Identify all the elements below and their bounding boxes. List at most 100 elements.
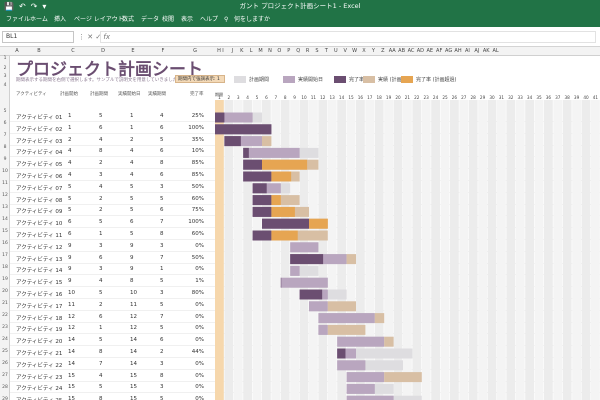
period-column	[468, 100, 478, 400]
period-number-label: 26	[452, 95, 458, 100]
pct-complete-bar	[252, 183, 267, 194]
pct-over-bar	[309, 218, 328, 229]
period-number-label: 19	[386, 95, 392, 100]
actual-bar	[290, 265, 300, 276]
period-number-label: 4	[246, 95, 249, 100]
period-number-label: 31	[499, 95, 505, 100]
pct-complete-bar	[299, 289, 323, 300]
period-number-label: 13	[330, 95, 336, 100]
pct-complete-bar	[262, 218, 309, 229]
pct-complete-bar	[215, 112, 225, 123]
period-column	[450, 100, 459, 400]
period-number-label: 10	[301, 95, 307, 100]
period-number-label: 28	[471, 95, 477, 100]
actual-bar	[337, 360, 366, 371]
period-column	[591, 100, 600, 400]
period-column	[318, 100, 328, 400]
period-number-label: 40	[583, 95, 589, 100]
period-column	[327, 100, 337, 400]
actual-bar	[346, 395, 394, 400]
actual-bar	[290, 242, 319, 253]
period-number-label: 3	[237, 95, 240, 100]
pct-complete-bar	[252, 230, 272, 241]
period-number-label: 1	[218, 95, 221, 100]
period-column	[421, 100, 431, 400]
period-number-label: 21	[405, 95, 411, 100]
period-number-label: 27	[461, 95, 467, 100]
period-number-label: 8	[284, 95, 287, 100]
pct-complete-bar	[337, 348, 346, 359]
actual-bar	[318, 324, 328, 335]
highlighted-period-column	[215, 100, 224, 400]
pct-over-bar	[262, 159, 308, 170]
period-number-label: 39	[574, 95, 580, 100]
period-column	[562, 100, 572, 400]
pct-complete-bar	[290, 254, 324, 265]
period-column	[412, 100, 422, 400]
gantt-chart: 1 2 3 4 5 6 7 8 9 10 11 12 13 14 15 16 17 18 19 20 21 22 23 24 2…	[215, 95, 600, 400]
actual-bar	[309, 301, 328, 312]
period-number-label: 17	[367, 95, 373, 100]
actual-bar	[346, 383, 375, 394]
actual-over-bar	[346, 254, 356, 265]
period-number-label: 6	[265, 95, 268, 100]
period-number-label: 2	[227, 95, 230, 100]
pct-complete-bar	[243, 171, 272, 182]
period-number-label: 24	[433, 95, 439, 100]
pct-complete-bar	[224, 136, 241, 147]
actual-bar	[337, 336, 385, 347]
period-number-label: 14	[339, 95, 345, 100]
period-column	[459, 100, 469, 400]
period-number-label: 16	[358, 95, 364, 100]
period-number-label: 18	[377, 95, 383, 100]
period-number-label: 29	[480, 95, 486, 100]
period-number-label: 15	[348, 95, 354, 100]
pct-complete-bar	[243, 159, 262, 170]
period-number-label: 36	[546, 95, 552, 100]
period-number-label: 38	[565, 95, 571, 100]
period-number-label: 5	[256, 95, 259, 100]
period-number-label: 35	[536, 95, 542, 100]
period-column	[280, 100, 290, 400]
period-number-label: 34	[527, 95, 533, 100]
period-column	[553, 100, 563, 400]
actual-bar	[346, 372, 385, 383]
pct-complete-bar	[243, 147, 249, 158]
actual-bar	[243, 147, 300, 158]
period-number-label: 22	[414, 95, 420, 100]
pct-complete-bar	[252, 195, 272, 206]
actual-over-bar	[384, 336, 394, 347]
period-column	[506, 100, 516, 400]
period-column	[544, 100, 553, 400]
period-column	[271, 100, 281, 400]
period-column	[572, 100, 581, 400]
period-column	[440, 100, 450, 400]
period-number-label: 20	[395, 95, 401, 100]
period-column	[431, 100, 440, 400]
pct-complete-bar	[215, 124, 272, 135]
excel-window: 💾 ↶ ↷ ▾ ガント プロジェクト計画シート1 - Excel ファイル ホー…	[0, 0, 600, 400]
period-number-label: 41	[593, 95, 599, 100]
period-column	[478, 100, 487, 400]
pct-over-bar	[271, 230, 298, 241]
period-column	[581, 100, 591, 400]
period-number-label: 25	[442, 95, 448, 100]
period-number-label: 33	[518, 95, 524, 100]
period-number-label: 7	[274, 95, 277, 100]
actual-over-bar	[374, 313, 385, 324]
actual-over-bar	[262, 136, 272, 147]
pct-over-bar	[271, 206, 295, 217]
period-number-label: 23	[424, 95, 430, 100]
period-number-label: 12	[320, 95, 326, 100]
pct-over-bar	[271, 195, 281, 206]
period-number-label: 30	[489, 95, 495, 100]
actual-over-bar	[327, 301, 356, 312]
actual-bar	[318, 313, 375, 324]
period-column	[497, 100, 506, 400]
period-number-label: 9	[293, 95, 296, 100]
period-number-label: 37	[555, 95, 561, 100]
period-column	[525, 100, 534, 400]
period-column	[487, 100, 497, 400]
actual-bar	[280, 277, 328, 288]
period-number-label: 11	[311, 95, 317, 100]
